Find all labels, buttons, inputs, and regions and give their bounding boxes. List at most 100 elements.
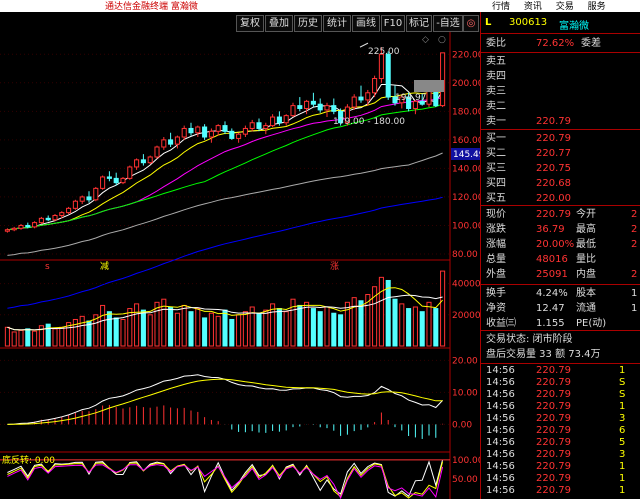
candle-body [11,227,17,231]
signal-reduce: 减 [100,260,109,272]
mark-button[interactable]: 标记 [406,15,432,32]
add-watchlist-button[interactable]: -自选 [433,15,463,32]
candle-body [222,125,228,132]
stat-row: 外盘 25091 内盘 2 [486,269,638,280]
candle-body [236,133,242,139]
wei-bi-row: 委比 72.62% 委差 [486,38,601,49]
volume-bar [113,317,119,347]
trade-status: 交易状态: 闭市阶段 [486,334,573,345]
kline-chart[interactable]: 220.00 200.00 180.00 160.00 140.00 120.00 100.… [0,32,480,499]
tick-row: 14:56 220.79 S [486,389,626,400]
candle-body [317,103,323,111]
candle-body [324,105,330,111]
tick-row: 14:56 220.79 1 [486,461,626,472]
fuquan-button[interactable]: 复权 [236,15,264,32]
overlay-button[interactable]: 叠加 [265,15,293,32]
volume-bar [18,329,24,347]
candle-body [310,100,316,105]
menu-fuwu[interactable]: 服务 [588,2,606,12]
volume-bar [208,312,214,347]
price-tick-label: 200.00 [452,79,480,89]
indicator-label: 底反转: 0.00 [2,454,55,466]
volume-bar [79,315,85,347]
tick-row: 14:56 220.79 1 [486,473,626,484]
candle-body [86,196,92,201]
sell-level-3: 卖三 [486,86,506,97]
candle-body [93,187,99,201]
candle-body [32,222,38,228]
candle-body [378,53,384,80]
signal-s: s [45,262,50,272]
candle-body [45,217,51,221]
candle-body [100,176,106,189]
sell-level-4: 卖四 [486,71,506,82]
volume-bar [52,328,58,347]
tick-row: 14:56 220.79 3 [486,449,626,460]
candle-body [249,122,255,129]
menu-hangqing[interactable]: 行情 [492,2,510,12]
volume-bar [385,279,391,347]
volume-bar [127,308,133,347]
quote-header: L 300613 富瀚微 [481,14,640,32]
buy-level-1: 买一 220.79 [486,133,571,144]
candle-body [372,78,378,94]
f10-button[interactable]: F10 [381,15,405,32]
candle-body [290,105,296,117]
volume-bar [263,309,269,347]
tick-row: 14:56 220.79 1 [486,365,626,376]
volume-bar [399,303,405,347]
candle-body [59,212,65,216]
volume-bar [120,318,126,347]
candle-body [433,89,439,107]
stat-row: 涨跌 36.79 最高 2 [486,224,638,235]
menu-zixun[interactable]: 资讯 [524,2,542,12]
volume-bar [59,326,65,347]
volume-bar [351,297,357,347]
history-button[interactable]: 历史 [294,15,322,32]
volume-bar [310,308,316,347]
candle-body [52,214,58,221]
candle-body [25,224,31,228]
volume-bar [324,306,330,347]
indicator-tick-label: 100.00 [452,456,480,466]
diamond-icon[interactable]: ◇ [422,35,429,45]
volume-bar [412,306,418,347]
candle-body [120,177,126,184]
volume-bar [317,311,323,347]
candle-body [256,122,262,129]
volume-bar [392,298,398,347]
menu-jiaoyi[interactable]: 交易 [556,2,574,12]
flag: L [485,17,492,28]
volume-bar [419,311,425,347]
volume-bar [45,323,51,347]
stat-row: 总量 48016 量比 [486,254,596,265]
settings-icon[interactable]: ○ [438,35,446,45]
stock-code: 300613 [509,17,548,28]
candle-body [202,126,208,138]
candle-body [18,224,24,229]
tick-row: 14:56 220.79 S [486,377,626,388]
candle-body [161,139,167,148]
top-menu: 行情 资讯 交易 服务 [492,0,617,12]
candle-body [127,166,133,179]
range-label: 179.00 - 180.00 [333,117,405,127]
indicator-tick-label: 50.00 [452,475,478,485]
more-icon[interactable]: ◎ [463,15,479,32]
price-marker-box [414,80,444,92]
sell-level-1: 卖一 220.79 [486,116,571,127]
volume-bar [236,314,242,347]
candle-body [304,100,310,109]
volume-bar [406,308,412,347]
draw-line-button[interactable]: 画线 [352,15,380,32]
candle-body [106,176,112,179]
volume-bar [242,311,248,347]
candle-body [140,159,146,164]
after-hours-volume: 盘后交易量 33 额 73.4万 [486,349,601,360]
candle-body [208,130,214,138]
price-tick-label: 80.00 [452,250,478,260]
stats-button[interactable]: 统计 [323,15,351,32]
volume-bar [426,301,432,347]
volume-bar [25,328,31,347]
candle-body [134,159,140,168]
volume-bar [147,314,153,347]
